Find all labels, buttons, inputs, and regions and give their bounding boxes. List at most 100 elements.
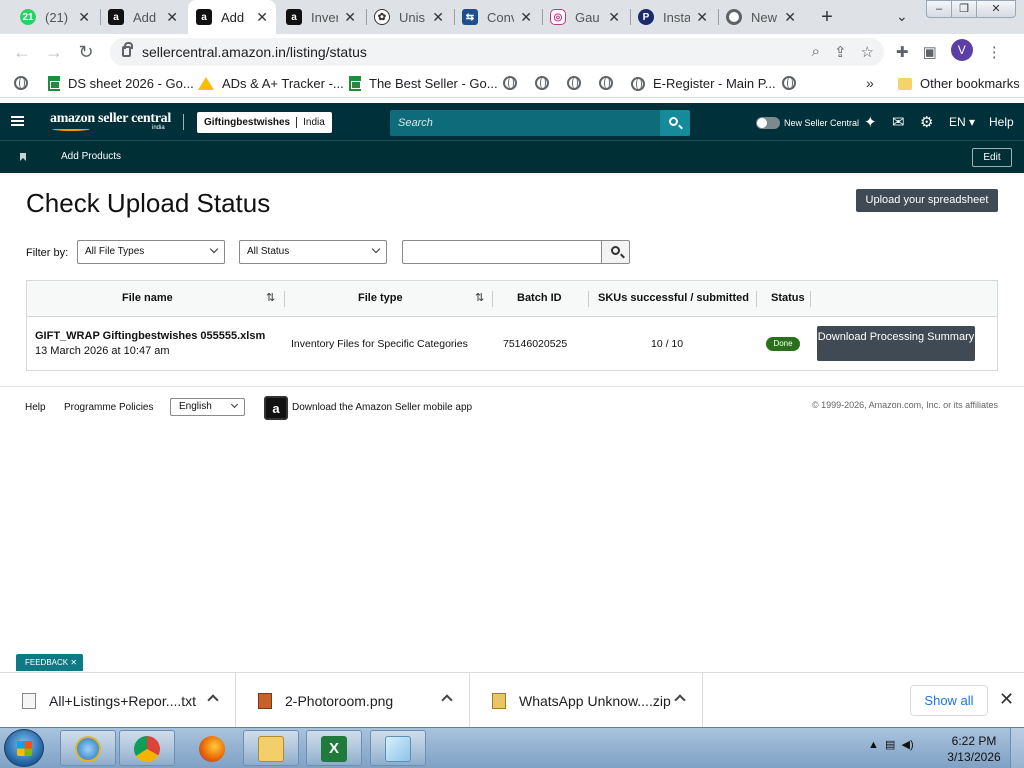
footer-programme-policies-link[interactable]: Programme Policies: [64, 402, 153, 413]
account-switcher[interactable]: Giftingbestwishes India: [197, 112, 332, 133]
bookmark-ds-sheet[interactable]: DS sheet 2026 - Go...: [48, 76, 194, 91]
browser-tab-inventory[interactable]: a Inven ✕: [278, 0, 364, 34]
start-button-windows-icon[interactable]: [4, 729, 44, 767]
zoom-icon[interactable]: ⌕: [812, 43, 820, 61]
bookmark-best-seller[interactable]: The Best Seller - Go...: [349, 76, 498, 91]
forward-arrow-icon[interactable]: →: [42, 40, 66, 64]
search-input[interactable]: [402, 240, 602, 264]
close-tab-icon[interactable]: ✕: [608, 9, 620, 26]
seller-search[interactable]: Search: [390, 110, 690, 136]
sheets-icon: [48, 76, 60, 91]
close-tab-icon[interactable]: ✕: [520, 9, 532, 26]
help-link[interactable]: Help: [989, 115, 1014, 129]
bookmark-icon[interactable]: [20, 153, 26, 161]
mobile-app-link[interactable]: Download the Amazon Seller mobile app: [292, 402, 472, 413]
footer-language-select[interactable]: English: [170, 398, 245, 416]
hamburger-menu-icon[interactable]: [11, 116, 24, 126]
share-icon[interactable]: ⇪: [834, 43, 847, 61]
close-tab-icon[interactable]: ✕: [784, 9, 796, 26]
close-tab-icon[interactable]: ✕: [78, 9, 90, 26]
close-tab-icon[interactable]: ✕: [166, 9, 178, 26]
browser-tab-new[interactable]: New ✕: [718, 0, 804, 34]
bookmark-globe[interactable]: [503, 76, 517, 90]
bookmark-globe[interactable]: [782, 76, 796, 90]
browser-tab-insta[interactable]: P Insta ✕: [630, 0, 716, 34]
sparkle-ai-icon[interactable]: ✦: [864, 113, 877, 131]
browser-tab-whatsapp[interactable]: 21 (21) ✕: [12, 0, 98, 34]
browser-tab-add-active[interactable]: a Add ✕: [188, 0, 276, 34]
browser-tab-conv[interactable]: ⇆ Conv ✕: [454, 0, 540, 34]
show-desktop-button[interactable]: [1010, 728, 1024, 768]
taskbar-excel[interactable]: X: [306, 730, 362, 766]
address-bar[interactable]: sellercentral.amazon.in/listing/status ⌕…: [110, 38, 884, 66]
chevron-down-icon: [230, 400, 239, 409]
new-seller-central-toggle[interactable]: [756, 117, 780, 129]
back-arrow-icon[interactable]: ←: [10, 40, 34, 64]
close-tab-icon[interactable]: ✕: [344, 9, 356, 26]
chevron-up-icon[interactable]: [441, 694, 453, 706]
mail-icon[interactable]: ✉: [892, 113, 905, 131]
chevron-down-icon: [209, 244, 219, 254]
close-downloads-icon[interactable]: ✕: [999, 689, 1014, 710]
other-bookmarks[interactable]: Other bookmarks: [898, 76, 1020, 91]
chrome-menu-icon[interactable]: ⋮: [987, 43, 1002, 61]
bookmark-star-icon[interactable]: ☆: [861, 43, 874, 61]
close-icon[interactable]: ✕: [70, 658, 77, 667]
tab-search-chevron-icon[interactable]: ⌄: [896, 8, 908, 25]
browser-tab-add-1[interactable]: a Add ✕: [100, 0, 186, 34]
search-button[interactable]: [660, 110, 690, 136]
close-tab-icon[interactable]: ✕: [256, 9, 268, 26]
chevron-up-icon[interactable]: [674, 694, 686, 706]
download-item[interactable]: All+Listings+Repor....txt: [0, 673, 236, 728]
sort-icon[interactable]: ⇅: [266, 291, 275, 304]
minimize-icon[interactable]: ‒: [926, 0, 952, 18]
bookmark-globe[interactable]: [535, 76, 549, 90]
language-selector[interactable]: EN ▾: [949, 115, 975, 129]
download-item[interactable]: 2-Photoroom.png: [236, 673, 470, 728]
search-submit-button[interactable]: [601, 240, 630, 264]
browser-tab-unis[interactable]: ✿ Unis ✕: [366, 0, 452, 34]
taskbar-chrome[interactable]: [119, 730, 175, 766]
upload-spreadsheet-button[interactable]: Upload your spreadsheet: [856, 189, 998, 212]
edit-button[interactable]: Edit: [972, 148, 1012, 167]
more-bookmarks-chevron-icon[interactable]: »: [866, 75, 874, 91]
bookmark-globe[interactable]: [14, 76, 28, 90]
system-tray-icons[interactable]: ▲ ▤ ◀): [868, 738, 914, 751]
taskbar-file-explorer[interactable]: [243, 730, 299, 766]
lock-icon[interactable]: [122, 42, 133, 57]
text-file-icon: [22, 692, 36, 709]
reload-icon[interactable]: ↻: [74, 40, 98, 64]
bookmark-globe[interactable]: [567, 76, 581, 90]
side-panel-icon[interactable]: ▣: [923, 43, 937, 61]
download-item[interactable]: WhatsApp Unknow....zip: [470, 673, 703, 728]
header-file-name[interactable]: File name: [122, 292, 173, 304]
taskbar-firefox[interactable]: [184, 730, 240, 766]
browser-tab-gau[interactable]: ◎ Gau ✕: [542, 0, 628, 34]
file-type-filter[interactable]: All File Types: [77, 240, 225, 264]
header-file-type[interactable]: File type: [358, 292, 403, 304]
feedback-tab[interactable]: FEEDBACK ✕: [16, 654, 84, 671]
close-tab-icon[interactable]: ✕: [432, 9, 444, 26]
bookmark-globe[interactable]: [599, 76, 613, 90]
clock[interactable]: 6:22 PM 3/13/2026: [944, 733, 1004, 765]
profile-avatar[interactable]: V: [950, 39, 973, 61]
footer-help-link[interactable]: Help: [25, 402, 46, 413]
bookmark-e-register[interactable]: E-Register - Main P...: [631, 76, 776, 91]
url-text[interactable]: sellercentral.amazon.in/listing/status: [142, 44, 367, 60]
close-tab-icon[interactable]: ✕: [696, 9, 708, 26]
chevron-up-icon[interactable]: [207, 694, 219, 706]
close-window-icon[interactable]: ✕: [976, 0, 1016, 18]
sort-icon[interactable]: ⇅: [475, 291, 484, 304]
extensions-puzzle-icon[interactable]: ✚: [896, 43, 909, 61]
gear-icon[interactable]: ⚙: [920, 113, 933, 131]
new-tab-plus-icon[interactable]: +: [816, 6, 838, 29]
taskbar-internet-explorer[interactable]: [60, 730, 116, 766]
nav-add-products[interactable]: Add Products: [61, 151, 121, 162]
bookmark-ads-tracker[interactable]: ADs & A+ Tracker -...: [198, 76, 344, 91]
download-processing-summary-button[interactable]: Download Processing Summary: [817, 326, 975, 361]
restore-icon[interactable]: ❐: [951, 0, 977, 18]
taskbar-notepad[interactable]: [370, 730, 426, 766]
status-filter[interactable]: All Status: [239, 240, 387, 264]
show-all-downloads-button[interactable]: Show all: [910, 685, 988, 716]
amazon-app-icon[interactable]: a: [264, 396, 288, 420]
